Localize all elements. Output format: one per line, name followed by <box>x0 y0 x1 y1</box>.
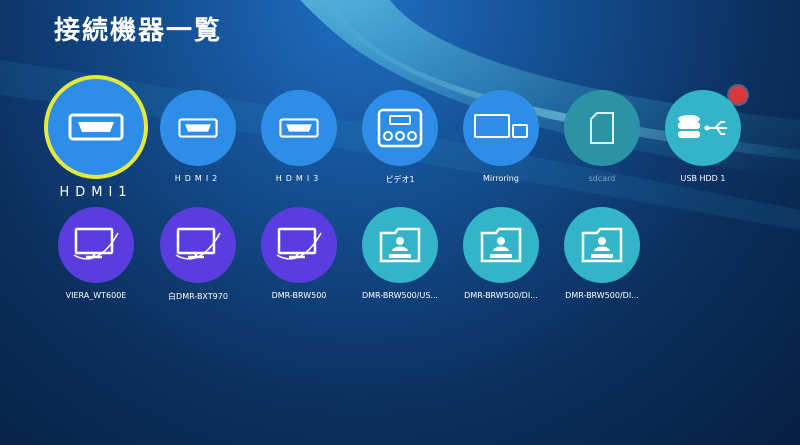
status-badge <box>729 86 747 104</box>
device-icon-circle <box>463 207 539 283</box>
device-tile-dmr-brw500-di-2[interactable]: DMR-BRW500/DI... <box>542 207 662 300</box>
device-label: USB HDD 1 <box>680 174 726 183</box>
page-title: 接続機器一覧 <box>54 16 223 46</box>
network-tv-icon <box>175 227 221 260</box>
mirroring-icon <box>474 114 528 138</box>
device-icon-circle <box>44 75 148 179</box>
hdmi-icon <box>68 113 124 141</box>
network-tv-icon <box>73 227 119 260</box>
device-icon-circle <box>564 207 640 283</box>
device-icon-circle <box>362 207 438 283</box>
video-input-icon <box>377 108 423 148</box>
device-icon-circle <box>58 207 134 283</box>
usb-hdd-icon <box>678 115 727 138</box>
device-icon-circle <box>261 90 337 166</box>
network-tv-icon <box>276 227 322 260</box>
device-label: DMR-BRW500/DI... <box>565 291 639 300</box>
device-icon-circle <box>362 90 438 166</box>
sd-card-icon <box>590 112 614 144</box>
device-tile-usb-hdd[interactable]: USB HDD 1 <box>643 86 763 183</box>
device-label: HDMI1 <box>59 185 133 200</box>
media-folder-icon <box>480 227 522 263</box>
media-folder-icon <box>581 227 623 263</box>
device-icon-circle <box>160 207 236 283</box>
device-icon-circle <box>564 90 640 166</box>
hdmi-icon <box>279 118 319 138</box>
device-icon-circle <box>261 207 337 283</box>
device-icon-circle <box>160 90 236 166</box>
hdmi-icon <box>178 118 218 138</box>
device-icon-circle <box>665 86 747 166</box>
device-icon-circle <box>463 90 539 166</box>
media-folder-icon <box>379 227 421 263</box>
